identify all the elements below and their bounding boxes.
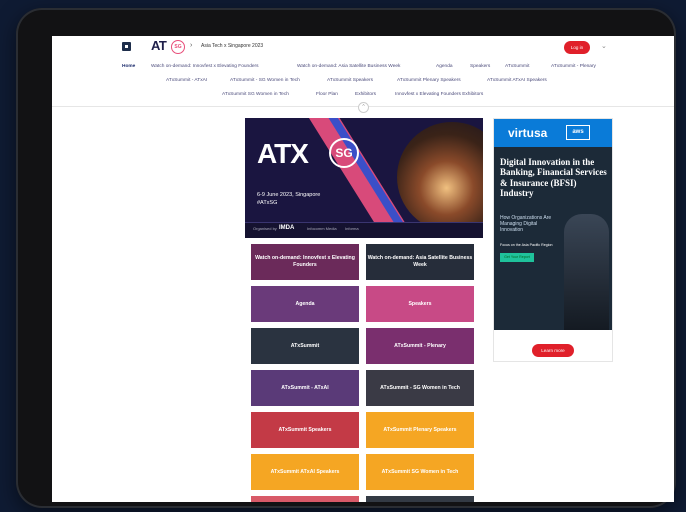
chevron-right-icon: ›: [190, 42, 193, 49]
nav-item-women-in-tech[interactable]: ATxSummit - SG Women in Tech: [230, 78, 300, 83]
chevron-down-icon[interactable]: ⌄: [601, 42, 607, 50]
tablet-frame: AT SG › Asia Tech x Singapore 2023 Log i…: [16, 8, 676, 508]
ad-get-report-button[interactable]: Get Your Report: [500, 253, 534, 262]
globe-graphic: [397, 122, 483, 232]
tile-partial-right[interactable]: [366, 496, 474, 502]
breadcrumb[interactable]: Asia Tech x Singapore 2023: [201, 43, 263, 49]
nav-item-summit-speakers[interactable]: ATxSummit Speakers: [327, 78, 373, 83]
banner-date: 6-9 June 2023, Singapore: [257, 192, 321, 198]
nav-row-1: Home Watch on-demand: Innovfest x Elevat…: [52, 62, 674, 72]
login-button[interactable]: Log in: [564, 41, 590, 54]
nav-item-watch-satellite[interactable]: Watch on-demand: Asia Satellite Business…: [297, 64, 400, 69]
tile-atxai-speakers[interactable]: ATxSummit ATxAI Speakers: [251, 454, 359, 490]
sidebar-ad[interactable]: virtusa aws Digital Innovation in the Ba…: [493, 118, 613, 362]
tile-women-in-tech-2[interactable]: ATxSummit SG Women in Tech: [366, 454, 474, 490]
tile-plenary[interactable]: ATxSummit - Plenary: [366, 328, 474, 364]
tile-watch-satellite[interactable]: Watch on-demand: Asia Satellite Business…: [366, 244, 474, 280]
sponsor-informa: Informa: [345, 226, 359, 231]
nav-row-3: ATxSummit SG Women in Tech Floor Plan Ex…: [52, 90, 674, 100]
ad-brand-logo: virtusa: [508, 126, 548, 140]
tile-agenda[interactable]: Agenda: [251, 286, 359, 322]
collapse-nav-icon[interactable]: ^: [358, 102, 369, 113]
sg-badge-icon: SG: [171, 40, 185, 54]
nav-item-atxsummit[interactable]: ATxSummit: [505, 64, 529, 69]
ad-person-image: [564, 214, 609, 330]
ad-subtitle: How Organizations Are Managing Digital I…: [500, 215, 552, 233]
banner-hashtag: #ATxSG: [257, 200, 278, 206]
sponsor-infocomm: Infocomm Media: [307, 226, 337, 231]
sponsor-imda: IMDA: [279, 225, 295, 231]
tile-women-in-tech[interactable]: ATxSummit - SG Women in Tech: [366, 370, 474, 406]
nav-item-plenary[interactable]: ATxSummit - Plenary: [551, 64, 596, 69]
nav-item-atxai[interactable]: ATxSummit - ATxAI: [166, 78, 207, 83]
tile-partial-left[interactable]: [251, 496, 359, 502]
atxsg-logo[interactable]: AT: [151, 38, 167, 53]
ad-partner-logo: aws: [566, 125, 590, 140]
tile-summit-speakers[interactable]: ATxSummit Speakers: [251, 412, 359, 448]
nav-row-2: ATxSummit - ATxAI ATxSummit - SG Women i…: [52, 76, 674, 86]
site-header: AT SG › Asia Tech x Singapore 2023 Log i…: [52, 36, 674, 60]
nav-item-agenda[interactable]: Agenda: [436, 64, 453, 69]
nav-item-plenary-speakers[interactable]: ATxSummit Plenary Speakers: [397, 78, 461, 83]
nav-item-speakers[interactable]: Speakers: [470, 64, 490, 69]
nav-item-innovfest-exhibitors[interactable]: Innovfest x Elevating Founders Exhibitor…: [395, 92, 483, 97]
tile-speakers[interactable]: Speakers: [366, 286, 474, 322]
nav-item-home[interactable]: Home: [122, 64, 135, 69]
browser-viewport: AT SG › Asia Tech x Singapore 2023 Log i…: [52, 36, 674, 502]
tile-watch-innovfest[interactable]: Watch on-demand: Innovfest x Elevating F…: [251, 244, 359, 280]
tile-plenary-speakers[interactable]: ATxSummit Plenary Speakers: [366, 412, 474, 448]
event-banner[interactable]: ATX SG 6-9 June 2023, Singapore #ATxSG O…: [245, 118, 483, 238]
ad-learn-more-button[interactable]: Learn more: [532, 344, 574, 357]
banner-title: ATX: [257, 138, 309, 169]
banner-sg-badge: SG: [329, 138, 359, 168]
tile-atxsummit[interactable]: ATxSummit: [251, 328, 359, 364]
tile-atxai[interactable]: ATxSummit - ATxAI: [251, 370, 359, 406]
nav-item-floor-plan[interactable]: Floor Plan: [316, 92, 338, 97]
sponsor-label: Organised by: [253, 226, 277, 231]
nav-item-exhibitors[interactable]: Exhibitors: [355, 92, 376, 97]
org-logo-icon[interactable]: [122, 42, 131, 51]
ad-focus: Focus on the Asia Pacific Region: [500, 243, 553, 247]
nav-item-atxai-speakers[interactable]: ATxSummit ATxAI Speakers: [487, 78, 547, 83]
nav-item-watch-innovfest[interactable]: Watch on-demand: Innovfest x Elevating F…: [151, 64, 259, 69]
ad-title: Digital Innovation in the Banking, Finan…: [500, 157, 607, 199]
nav-item-women-in-tech-2[interactable]: ATxSummit SG Women in Tech: [222, 92, 289, 97]
